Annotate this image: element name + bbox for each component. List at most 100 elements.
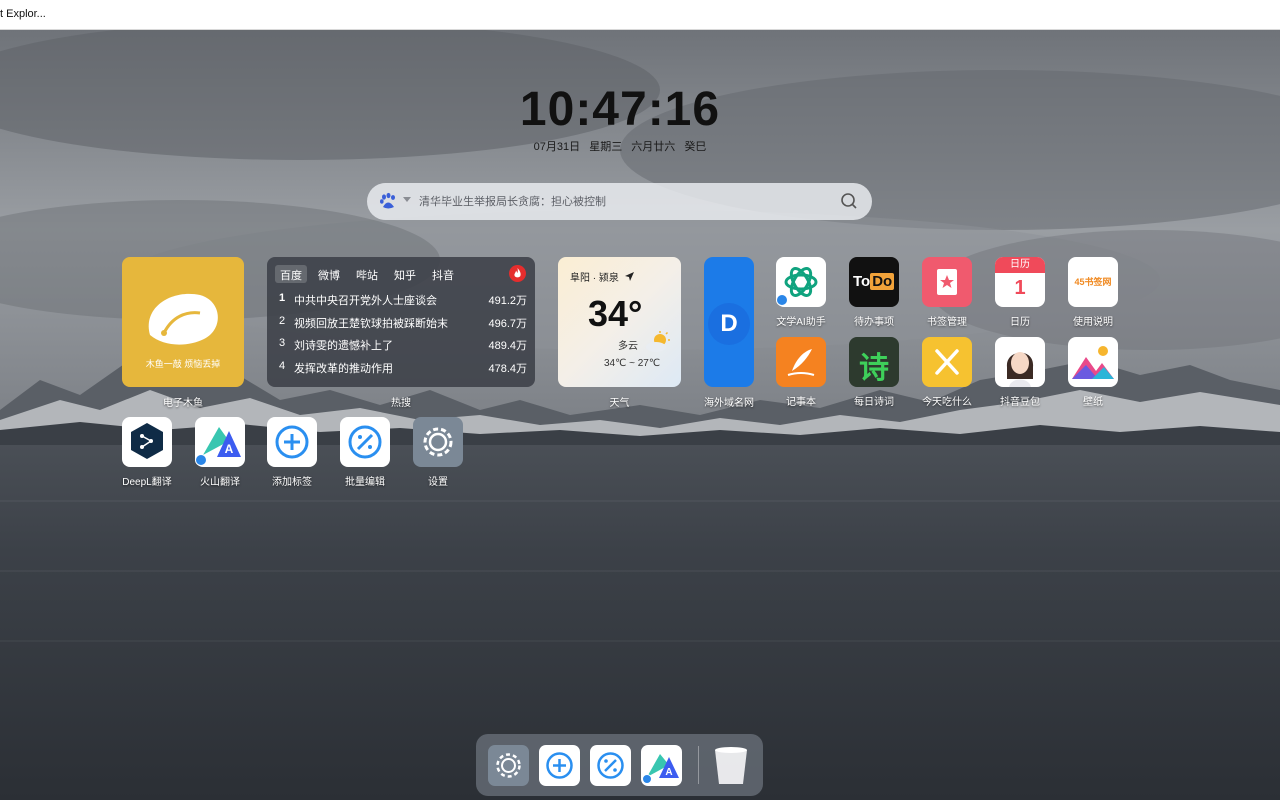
date-line: 07月31日 星期三 六月廿六 癸巳	[440, 138, 800, 154]
hot-title: 刘诗雯的遗憾补上了	[294, 340, 393, 352]
guide-icon: 45书签网	[1074, 277, 1112, 287]
weather-range: 34℃ ~ 27℃	[604, 358, 661, 369]
app-daily-poem[interactable]: 诗	[849, 337, 899, 387]
link-badge-icon	[195, 454, 207, 466]
muyu-widget[interactable]: 木鱼一敲 烦恼丢掉	[122, 257, 244, 387]
app-what-to-eat[interactable]	[922, 337, 972, 387]
app-label: 火山翻译	[200, 477, 240, 488]
hot-value: 489.4万	[488, 340, 527, 352]
weather-widget[interactable]: 阜阳 · 颍泉 34° 多云 34℃ ~ 27℃	[558, 257, 681, 387]
app-notepad[interactable]	[776, 337, 826, 387]
app-label: 待办事项	[854, 317, 894, 328]
hot-tabs: 百度 微博 哔站 知乎 抖音	[275, 265, 465, 283]
dock-batch-edit[interactable]	[590, 745, 631, 786]
baidu-paw-icon[interactable]	[379, 192, 397, 210]
svg-text:A: A	[225, 442, 234, 456]
app-label: 壁纸	[1083, 397, 1103, 408]
add-icon	[275, 425, 309, 459]
hot-item[interactable]: 1 中共中央召开党外人士座谈会 491.2万	[279, 292, 527, 308]
hot-tab-weibo[interactable]: 微博	[313, 265, 345, 283]
app-label: 文学AI助手	[776, 317, 826, 328]
location-arrow-icon	[624, 272, 634, 281]
date-day: 07月31日	[533, 141, 581, 153]
hot-title: 视频回放王楚钦球拍被踩断始末	[294, 318, 448, 330]
search-icon[interactable]	[840, 192, 858, 210]
poem-icon: 诗	[859, 352, 889, 385]
clock-time: 10:47:16	[519, 83, 721, 136]
app-todo[interactable]: To Do	[849, 257, 899, 307]
partly-cloudy-icon	[646, 331, 670, 352]
batch-edit-icon	[597, 752, 624, 779]
engine-dropdown-caret[interactable]	[403, 197, 411, 202]
hot-rank: 1	[279, 292, 286, 304]
window-titlebar: t Explor...	[0, 0, 1280, 30]
batch-edit-icon	[348, 425, 382, 459]
hot-tab-bilibili[interactable]: 哔站	[351, 265, 383, 283]
app-label: 今天吃什么	[922, 397, 972, 408]
weather-location: 阜阳 · 颍泉	[570, 269, 634, 284]
date-weekday: 星期三	[589, 141, 623, 153]
wooden-fish-icon	[148, 293, 218, 345]
notepad-icon	[787, 349, 815, 376]
add-icon	[546, 752, 573, 779]
weather-temp: 34°	[588, 293, 643, 334]
app-label: 抖音豆包	[1000, 397, 1040, 408]
hot-label: 热搜	[391, 398, 411, 409]
app-label: 添加标签	[272, 477, 312, 488]
app-settings[interactable]	[413, 417, 463, 467]
calendar-icon: 1	[1014, 277, 1026, 299]
app-label: 设置	[428, 477, 448, 488]
trash-icon[interactable]	[711, 745, 751, 786]
search-bar[interactable]	[367, 183, 872, 220]
hot-tab-zhihu[interactable]: 知乎	[389, 265, 421, 283]
doubao-icon	[1006, 352, 1034, 387]
hot-value: 478.4万	[488, 363, 527, 375]
search-input[interactable]	[419, 191, 819, 213]
domain-widget[interactable]: D	[704, 257, 754, 387]
hot-search-widget[interactable]: 百度 微博 哔站 知乎 抖音 1 中共中央召开党外人士座谈会 491.2万 2 …	[267, 257, 535, 387]
dock-settings[interactable]	[488, 745, 529, 786]
settings-gear-icon	[496, 753, 521, 778]
hot-title: 发挥改革的推动作用	[294, 363, 393, 375]
link-badge-icon	[642, 774, 652, 784]
hot-rank: 3	[279, 337, 286, 349]
domain-logo-icon: D	[708, 303, 750, 345]
app-label: 日历	[1010, 317, 1030, 328]
calendar-head: 日历	[995, 257, 1045, 273]
app-wallpaper[interactable]	[1068, 337, 1118, 387]
hot-item[interactable]: 4 发挥改革的推动作用 478.4万	[279, 360, 527, 376]
hot-tab-baidu[interactable]: 百度	[275, 265, 307, 283]
dock-add[interactable]	[539, 745, 580, 786]
date-ganzhi: 癸巳	[684, 141, 707, 153]
weather-label: 天气	[609, 398, 630, 409]
hot-item[interactable]: 2 视频回放王楚钦球拍被踩断始末 496.7万	[279, 315, 527, 331]
app-calendar[interactable]: 日历 1	[995, 257, 1045, 307]
muyu-subtitle: 木鱼一敲 烦恼丢掉	[145, 359, 221, 369]
fire-icon	[509, 265, 526, 282]
app-guide[interactable]: 45书签网	[1068, 257, 1118, 307]
app-batch-edit[interactable]	[340, 417, 390, 467]
hot-rank: 4	[279, 360, 286, 372]
settings-gear-icon	[423, 427, 453, 457]
wallpaper-icon	[1072, 346, 1114, 379]
hot-item[interactable]: 3 刘诗雯的遗憾补上了 489.4万	[279, 337, 527, 353]
app-bookmark-manager[interactable]	[922, 257, 972, 307]
hot-tab-douyin[interactable]: 抖音	[427, 265, 459, 283]
app-label: 书签管理	[927, 317, 967, 328]
app-label: 使用说明	[1073, 317, 1113, 328]
svg-text:A: A	[665, 767, 672, 778]
date-lunar: 六月廿六	[631, 141, 676, 153]
app-label: DeepL翻译	[122, 477, 172, 488]
dock: A	[476, 734, 763, 796]
app-add-bookmark[interactable]	[267, 417, 317, 467]
hot-value: 496.7万	[488, 318, 527, 330]
todo-icon: To Do	[853, 273, 895, 290]
app-label: 批量编辑	[345, 477, 385, 488]
bookmark-icon	[937, 269, 957, 295]
hot-title: 中共中央召开党外人士座谈会	[294, 295, 437, 307]
domain-label: 海外域名网	[704, 398, 754, 409]
window-title: t Explor...	[0, 8, 46, 20]
app-label: 每日诗词	[854, 397, 894, 408]
app-doubao[interactable]	[995, 337, 1045, 387]
app-deepl[interactable]	[122, 417, 172, 467]
